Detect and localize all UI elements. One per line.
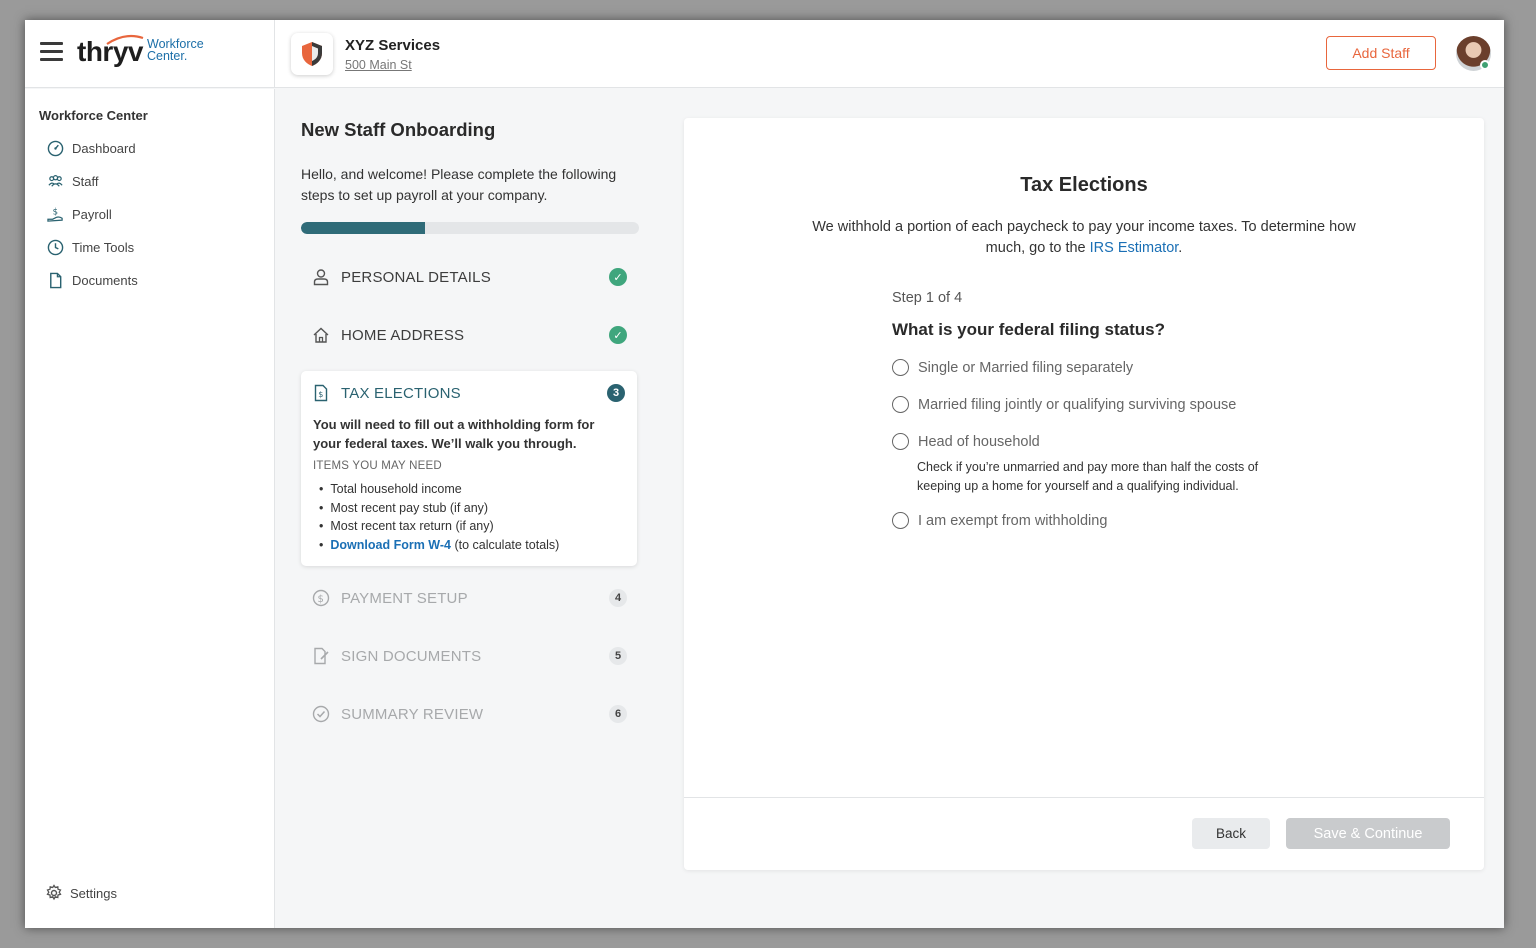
sidebar-item-label: Documents — [72, 272, 138, 288]
dollar-circle-icon: $ — [312, 589, 330, 607]
tax-document-icon: $ — [314, 384, 328, 402]
radio-label: Head of household — [918, 433, 1040, 450]
radio-exempt[interactable]: I am exempt from withholding — [892, 512, 1107, 529]
hamburger-menu-icon[interactable] — [40, 42, 63, 62]
radio-label: Married filing jointly or qualifying sur… — [918, 396, 1237, 413]
step-number-badge: 4 — [609, 589, 627, 607]
step-label: PAYMENT SETUP — [341, 589, 468, 607]
gear-icon — [46, 884, 62, 901]
irs-estimator-link[interactable]: IRS Estimator — [1090, 240, 1179, 256]
sidebar-item-time-tools[interactable]: Time Tools — [47, 236, 134, 258]
step-complete-check-icon: ✓ — [609, 268, 627, 286]
person-icon — [313, 269, 329, 286]
panel-title: Tax Elections — [1020, 174, 1148, 196]
items-needed-title: ITEMS YOU MAY NEED — [313, 460, 442, 472]
onboarding-progress-bar — [301, 222, 639, 234]
payroll-hand-coin-icon: $ — [47, 207, 63, 222]
step-tax-elections[interactable]: $ TAX ELECTIONS 3 — [301, 371, 637, 415]
radio-circle[interactable] — [892, 433, 909, 450]
download-w4-link[interactable]: Download Form W-4 — [330, 538, 451, 552]
step-summary-review[interactable]: SUMMARY REVIEW 6 — [301, 694, 637, 734]
sidebar-title: Workforce Center — [39, 108, 148, 123]
radio-single[interactable]: Single or Married filing separately — [892, 359, 1133, 376]
step-counter: Step 1 of 4 — [892, 290, 963, 306]
sign-document-icon — [314, 647, 329, 665]
back-button[interactable]: Back — [1192, 818, 1270, 849]
business-name: XYZ Services — [345, 37, 441, 54]
step-sign-documents[interactable]: SIGN DOCUMENTS 5 — [301, 636, 637, 676]
onboarding-title: New Staff Onboarding — [301, 119, 496, 140]
settings-link[interactable]: Settings — [45, 884, 117, 902]
list-item: Total household income — [319, 480, 559, 499]
list-item: Most recent pay stub (if any) — [319, 499, 559, 518]
sidebar-item-staff[interactable]: Staff — [47, 170, 99, 192]
onboarding-intro: Hello, and welcome! Please complete the … — [301, 166, 617, 203]
logo-subtitle-line2: Center. — [147, 49, 188, 63]
svg-text:$: $ — [318, 594, 324, 605]
step-description: You will need to fill out a withholding … — [313, 417, 595, 451]
logo-subtitle: Workforce Center. — [147, 38, 204, 63]
step-home-address[interactable]: HOME ADDRESS ✓ — [301, 315, 637, 355]
radio-circle[interactable] — [892, 512, 909, 529]
items-needed-list: Total household income Most recent pay s… — [319, 480, 559, 554]
download-suffix: (to calculate totals) — [450, 537, 560, 552]
dashboard-gauge-icon — [47, 140, 64, 156]
description-text: We withhold a portion of each paycheck t… — [812, 219, 1356, 256]
clock-icon — [47, 239, 64, 255]
business-address-link[interactable]: 500 Main St — [345, 58, 412, 72]
step-label: PERSONAL DETAILS — [341, 268, 491, 286]
top-header: thryv Workforce Center. XYZ Services 500… — [25, 20, 1504, 88]
step-complete-check-icon: ✓ — [609, 326, 627, 344]
tax-elections-panel: Tax Elections We withhold a portion of e… — [684, 118, 1484, 870]
sidebar-item-label: Payroll — [72, 206, 112, 222]
logo-swoosh-icon — [106, 34, 144, 45]
step-label: TAX ELECTIONS — [341, 384, 461, 402]
list-item-download: Download Form W-4 (to calculate totals) — [319, 536, 559, 555]
sidebar-item-documents[interactable]: Documents — [47, 269, 138, 291]
header-divider — [274, 20, 275, 88]
radio-circle[interactable] — [892, 359, 909, 376]
step-label: SUMMARY REVIEW — [341, 705, 484, 723]
panel-description: We withhold a portion of each paycheck t… — [804, 217, 1364, 259]
sidebar: Workforce Center Dashboard Staff $ Payro… — [25, 89, 275, 928]
home-icon — [313, 327, 329, 343]
add-staff-button[interactable]: Add Staff — [1326, 36, 1436, 70]
step-number-badge: 3 — [607, 384, 625, 402]
check-circle-icon — [312, 705, 330, 723]
head-of-household-help: Check if you’re unmarried and pay more t… — [917, 460, 1259, 493]
radio-label: I am exempt from withholding — [918, 512, 1108, 529]
online-status-dot — [1480, 60, 1490, 70]
sidebar-item-payroll[interactable]: $ Payroll — [47, 203, 112, 225]
radio-label: Single or Married filing separately — [918, 359, 1134, 376]
radio-head-of-household[interactable]: Head of household — [892, 433, 1040, 450]
staff-people-icon — [48, 174, 63, 187]
document-icon — [50, 272, 62, 288]
step-label: HOME ADDRESS — [341, 326, 465, 344]
progress-fill — [301, 222, 426, 234]
app-window: thryv Workforce Center. XYZ Services 500… — [25, 20, 1504, 928]
filing-status-question: What is your federal filing status? — [892, 320, 1165, 339]
step-payment-setup[interactable]: $ PAYMENT SETUP 4 — [301, 578, 637, 618]
step-tax-elections-card: $ TAX ELECTIONS 3 You will need to fill … — [301, 371, 637, 566]
step-number-badge: 6 — [609, 705, 627, 723]
svg-text:$: $ — [318, 390, 323, 399]
description-end: . — [1178, 240, 1183, 256]
sidebar-item-label: Staff — [72, 173, 99, 189]
step-number-badge: 5 — [609, 647, 627, 665]
step-label: SIGN DOCUMENTS — [341, 647, 482, 665]
footer-divider — [684, 797, 1484, 798]
radio-circle[interactable] — [892, 396, 909, 413]
sidebar-item-label: Time Tools — [72, 239, 135, 255]
list-item: Most recent tax return (if any) — [319, 517, 559, 536]
sidebar-item-label: Dashboard — [72, 140, 136, 156]
step-personal-details[interactable]: PERSONAL DETAILS ✓ — [301, 257, 637, 297]
business-shield-icon[interactable] — [291, 33, 333, 75]
sidebar-item-dashboard[interactable]: Dashboard — [47, 137, 136, 159]
save-continue-button[interactable]: Save & Continue — [1286, 818, 1450, 849]
radio-married-jointly[interactable]: Married filing jointly or qualifying sur… — [892, 396, 1236, 413]
svg-text:$: $ — [53, 207, 58, 217]
settings-label: Settings — [70, 885, 117, 901]
